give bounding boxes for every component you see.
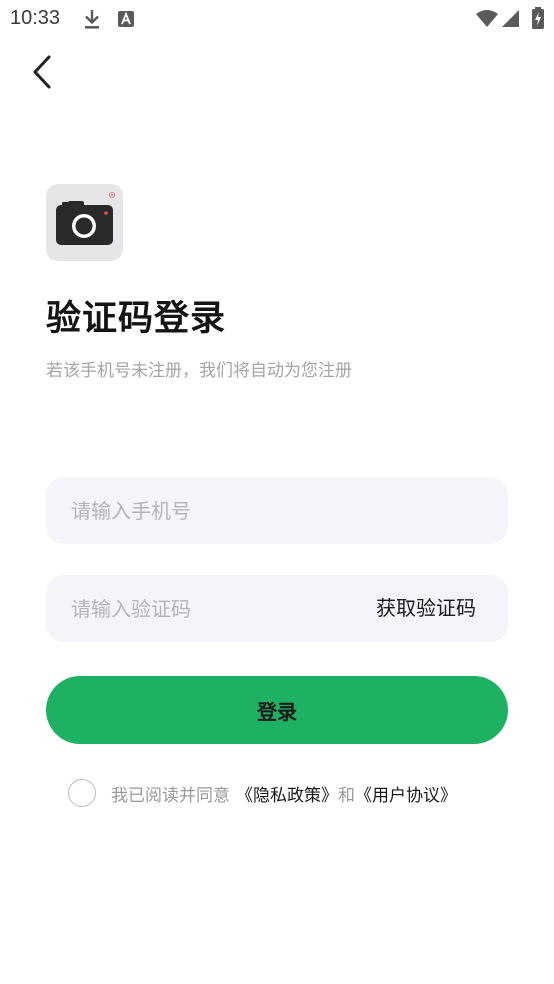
code-input-container: 获取验证码 [46,575,508,642]
wifi-icon [475,9,499,31]
agreement-prefix: 我已阅读并同意 [111,785,230,806]
download-icon [82,8,102,34]
back-button[interactable] [22,52,62,96]
status-time: 10:33 [10,7,61,29]
privacy-policy-link[interactable]: 《隐私政策》 [236,781,338,806]
battery-charging-icon [531,7,545,34]
status-bar: 10:33 [0,0,554,38]
signal-icon [501,9,520,32]
app-logo [46,184,123,261]
text-recognition-icon [117,10,135,32]
phone-input[interactable] [46,477,508,544]
chevron-left-icon [31,54,53,94]
get-code-button[interactable]: 获取验证码 [376,575,476,642]
login-button[interactable]: 登录 [46,676,508,744]
phone-input-container [46,477,508,544]
camera-icon [46,191,123,265]
agreement-conjunction: 和 [338,785,355,806]
user-agreement-link[interactable]: 《用户协议》 [355,781,457,806]
agree-checkbox[interactable] [68,779,96,807]
page-subtitle: 若该手机号未注册，我们将自动为您注册 [46,361,352,381]
page-title: 验证码登录 [46,299,227,339]
agreement-row: 我已阅读并同意 《隐私政策》 和 《用户协议》 [68,777,457,809]
